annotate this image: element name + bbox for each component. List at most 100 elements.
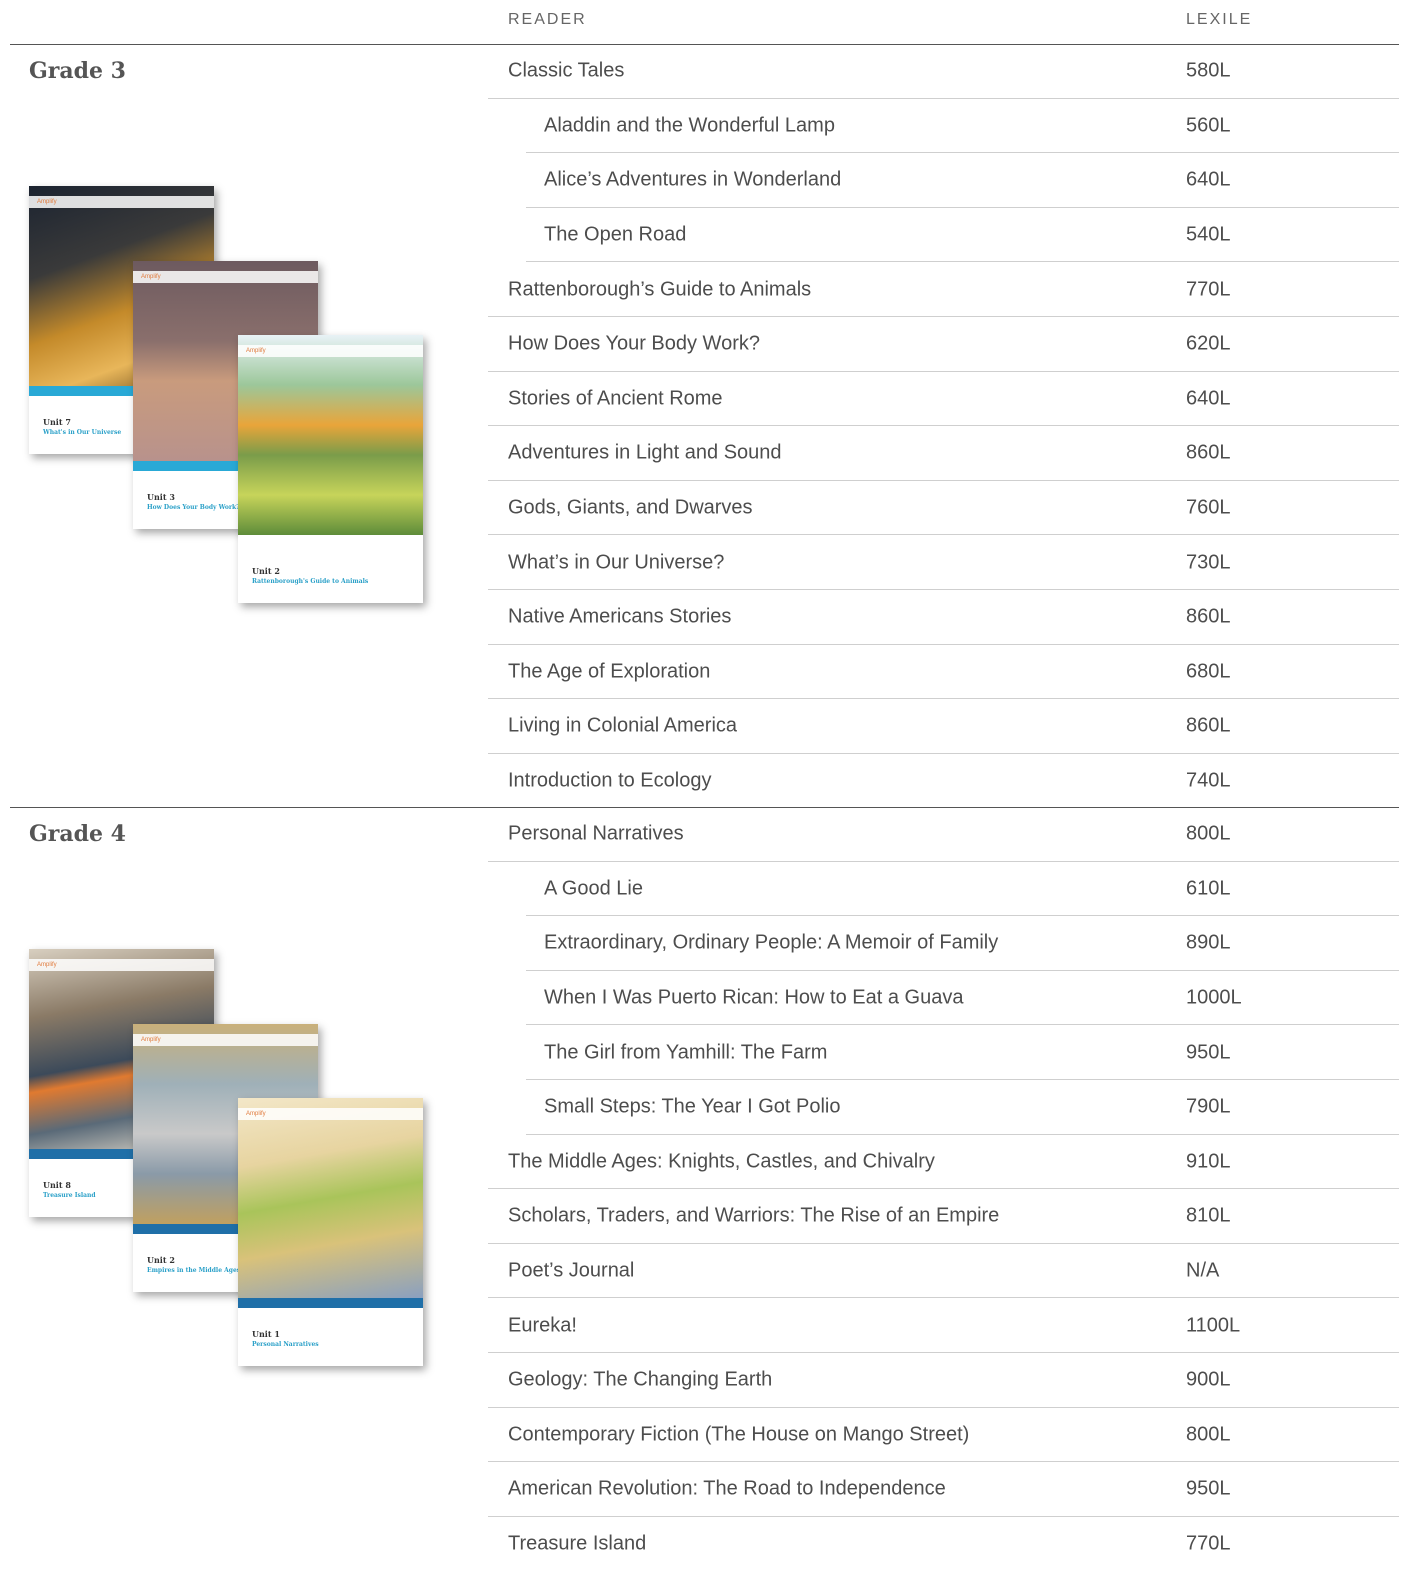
lexile-value: 610L [1186,877,1231,900]
lexile-value: 740L [1186,769,1231,792]
reader-title: What’s in Our Universe? [508,551,725,574]
reader-title: Classic Tales [508,59,625,82]
table-row: Stories of Ancient Rome 640L [488,372,1399,427]
reader-title: A Good Lie [544,877,643,900]
cover-unit-title: Treasure Island [43,1192,96,1199]
lexile-value: 1000L [1186,986,1242,1009]
cover-unit-title: What's in Our Universe [43,429,122,436]
cover-illustration [238,335,423,535]
cover-unit-title: Rattenborough's Guide to Animals [252,578,369,585]
table-row: Aladdin and the Wonderful Lamp 560L [526,99,1399,154]
table-row: A Good Lie 610L [526,862,1399,917]
lexile-value: 890L [1186,931,1231,954]
cover-publisher-label: Amplify [133,1034,318,1046]
cover-publisher-label: Amplify [238,1108,423,1120]
lexile-value: 810L [1186,1204,1231,1227]
column-header-reader: READER [508,11,587,28]
reader-title: Geology: The Changing Earth [508,1368,773,1391]
reader-title: Aladdin and the Wonderful Lamp [544,114,835,137]
table-row: What’s in Our Universe? 730L [488,535,1399,590]
table-row: The Open Road 540L [526,208,1399,263]
reader-title: The Middle Ages: Knights, Castles, and C… [508,1150,935,1173]
reader-title: Personal Narratives [508,822,684,845]
reader-title: How Does Your Body Work? [508,332,760,355]
reader-title: Poet’s Journal [508,1259,635,1282]
cover-unit-label: Unit 7 [43,417,71,427]
column-header-lexile: LEXILE [1186,11,1253,28]
cover-illustration [238,1098,423,1298]
cover-unit-label: Unit 2 [252,566,280,576]
lexile-value: 540L [1186,223,1231,246]
lexile-value: 1100L [1186,1314,1241,1337]
table-row: Poet’s Journal N/A [488,1244,1399,1299]
cover-unit-label: Unit 2 [147,1255,175,1265]
lexile-value: 910L [1186,1150,1231,1173]
reader-title: Introduction to Ecology [508,769,712,792]
table-row: Contemporary Fiction (The House on Mango… [488,1408,1399,1463]
cover-band [238,1298,423,1308]
reader-title: The Open Road [544,223,687,246]
grade-title: Grade 3 [29,58,126,84]
cover-unit-title: How Does Your Body Work? [147,504,240,511]
reader-title: Eureka! [508,1314,577,1337]
table-row: Introduction to Ecology 740L [488,754,1399,809]
reader-title: Small Steps: The Year I Got Polio [544,1095,841,1118]
book-cover: Amplify Unit 2 Rattenborough's Guide to An… [238,335,423,603]
reader-title: Stories of Ancient Rome [508,387,723,410]
lexile-value: 770L [1186,1532,1231,1555]
table-row: Scholars, Traders, and Warriors: The Ris… [488,1189,1399,1244]
table-row: Alice’s Adventures in Wonderland 640L [526,153,1399,208]
cover-publisher-label: Amplify [133,271,318,283]
lexile-value: 790L [1186,1095,1231,1118]
lexile-value: 900L [1186,1368,1231,1391]
table-row: American Revolution: The Road to Indepen… [488,1462,1399,1517]
table-row: The Middle Ages: Knights, Castles, and C… [488,1135,1399,1190]
table-row: Rattenborough’s Guide to Animals 770L [488,262,1399,317]
table-row: The Age of Exploration 680L [488,645,1399,700]
table-row: Classic Tales 580L [488,44,1399,99]
lexile-value: 580L [1186,59,1231,82]
cover-publisher-label: Amplify [29,196,214,208]
reader-title: Treasure Island [508,1532,647,1555]
cover-unit-label: Unit 8 [43,1180,71,1190]
table-row: Native Americans Stories 860L [488,590,1399,645]
reader-title: When I Was Puerto Rican: How to Eat a Gu… [544,986,964,1009]
lexile-value: 640L [1186,168,1231,191]
reader-title: Contemporary Fiction (The House on Mango… [508,1423,970,1446]
table-row: Living in Colonial America 860L [488,699,1399,754]
cover-publisher-label: Amplify [238,345,423,357]
table-row: Eureka! 1100L [488,1298,1399,1353]
lexile-value: 730L [1186,551,1231,574]
book-cover: Amplify Unit 1 Personal Narratives [238,1098,423,1366]
lexile-value: 950L [1186,1477,1231,1500]
reader-title: The Age of Exploration [508,660,711,683]
table-row: How Does Your Body Work? 620L [488,317,1399,372]
cover-unit-label: Unit 3 [147,492,175,502]
lexile-value: 560L [1186,114,1231,137]
lexile-value: 860L [1186,605,1231,628]
lexile-value: N/A [1186,1259,1220,1282]
cover-unit-title: Personal Narratives [252,1341,319,1348]
grade-title: Grade 4 [29,821,126,847]
reader-title: Rattenborough’s Guide to Animals [508,278,812,301]
reader-title: Gods, Giants, and Dwarves [508,496,753,519]
cover-unit-label: Unit 1 [252,1329,280,1339]
table-row: Adventures in Light and Sound 860L [488,426,1399,481]
reader-title: Alice’s Adventures in Wonderland [544,168,842,191]
table-row: Geology: The Changing Earth 900L [488,1353,1399,1408]
lexile-value: 620L [1186,332,1231,355]
cover-publisher-label: Amplify [29,959,214,971]
table-row: Personal Narratives 800L [488,807,1399,862]
table-row: Small Steps: The Year I Got Polio 790L [526,1080,1399,1135]
reader-title: American Revolution: The Road to Indepen… [508,1477,946,1500]
table-row: Gods, Giants, and Dwarves 760L [488,481,1399,536]
table-row: Treasure Island 770L [488,1517,1399,1571]
reader-title: Adventures in Light and Sound [508,441,782,464]
lexile-value: 640L [1186,387,1231,410]
cover-band [238,535,423,545]
lexile-value: 680L [1186,660,1231,683]
lexile-value: 860L [1186,714,1231,737]
lexile-value: 800L [1186,1423,1231,1446]
lexile-value: 760L [1186,496,1231,519]
table-row: The Girl from Yamhill: The Farm 950L [526,1025,1399,1080]
